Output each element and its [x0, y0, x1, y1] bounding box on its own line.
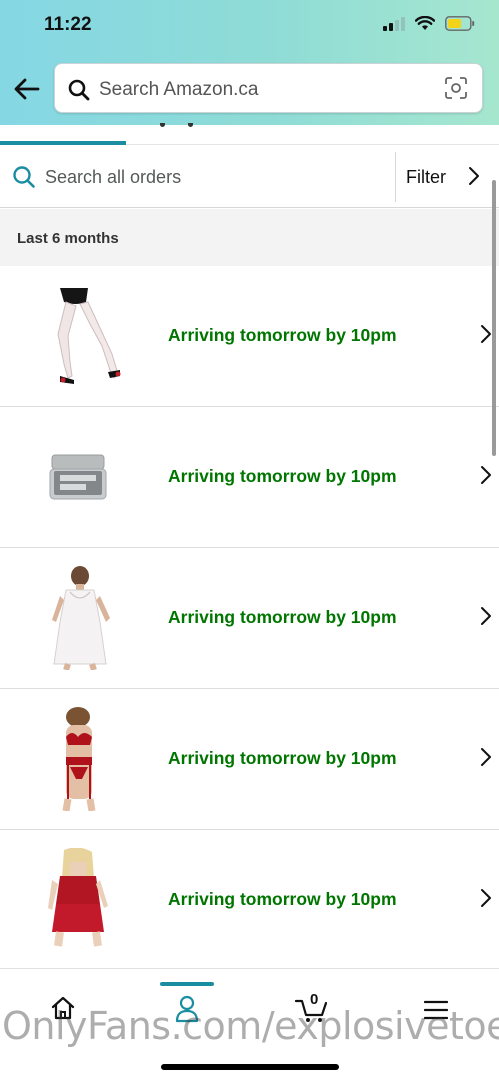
chevron-right-icon [480, 747, 492, 772]
product-image-red-velvet-set [30, 847, 126, 952]
delivery-status: Arriving tomorrow by 10pm [168, 889, 397, 909]
order-list: Arriving tomorrow by 10pm Arriving tomor… [0, 266, 499, 971]
tab-label-fragment [130, 123, 202, 129]
order-item[interactable]: Arriving tomorrow by 10pm [0, 548, 499, 689]
app-header: 11:22 Search Amazon.ca [0, 0, 499, 125]
status-time: 11:22 [44, 14, 92, 35]
section-title: Last 6 months [17, 230, 119, 247]
active-tab-indicator [0, 141, 126, 145]
delivery-status: Arriving tomorrow by 10pm [168, 466, 397, 486]
order-item[interactable]: Arriving tomorrow by 10pm [0, 266, 499, 407]
wifi-icon [415, 16, 435, 31]
amazon-search-bar[interactable]: Search Amazon.ca [54, 63, 483, 113]
filter-label: Filter [406, 167, 446, 187]
chevron-right-icon [480, 606, 492, 631]
orders-search-input[interactable]: Search all orders [45, 167, 181, 188]
product-image-white-babydoll [30, 566, 126, 671]
chevron-right-icon [480, 324, 492, 349]
cellular-signal-icon [383, 16, 405, 31]
order-item[interactable]: Arriving tomorrow by 10pm [0, 689, 499, 830]
scrollbar[interactable] [492, 180, 496, 456]
delivery-status: Arriving tomorrow by 10pm [168, 607, 397, 627]
filter-button[interactable]: Filter [396, 146, 499, 208]
back-arrow-icon[interactable] [12, 76, 42, 102]
order-item[interactable]: Arriving tomorrow by 10pm [0, 830, 499, 971]
battery-icon [445, 16, 475, 31]
chevron-right-icon [468, 166, 480, 191]
active-nav-indicator [160, 982, 214, 986]
delivery-status: Arriving tomorrow by 10pm [168, 748, 397, 768]
watermark-text: OnlyFans.com/explosivetoe [2, 1004, 499, 1048]
search-icon [12, 165, 36, 194]
orders-search-row: Search all orders Filter [0, 146, 499, 208]
camera-scan-icon[interactable] [444, 76, 468, 105]
delivery-status: Arriving tomorrow by 10pm [168, 325, 397, 345]
product-image-glitter-jar [30, 425, 126, 529]
home-indicator[interactable] [161, 1064, 339, 1070]
chevron-right-icon [480, 888, 492, 913]
section-header: Last 6 months [0, 209, 499, 266]
product-image-stockings [30, 284, 126, 388]
search-icon [67, 78, 91, 107]
chevron-right-icon [480, 465, 492, 490]
order-item[interactable]: Arriving tomorrow by 10pm [0, 407, 499, 548]
product-image-red-lingerie [30, 707, 126, 812]
status-icons [383, 16, 475, 31]
search-placeholder: Search Amazon.ca [99, 79, 259, 100]
